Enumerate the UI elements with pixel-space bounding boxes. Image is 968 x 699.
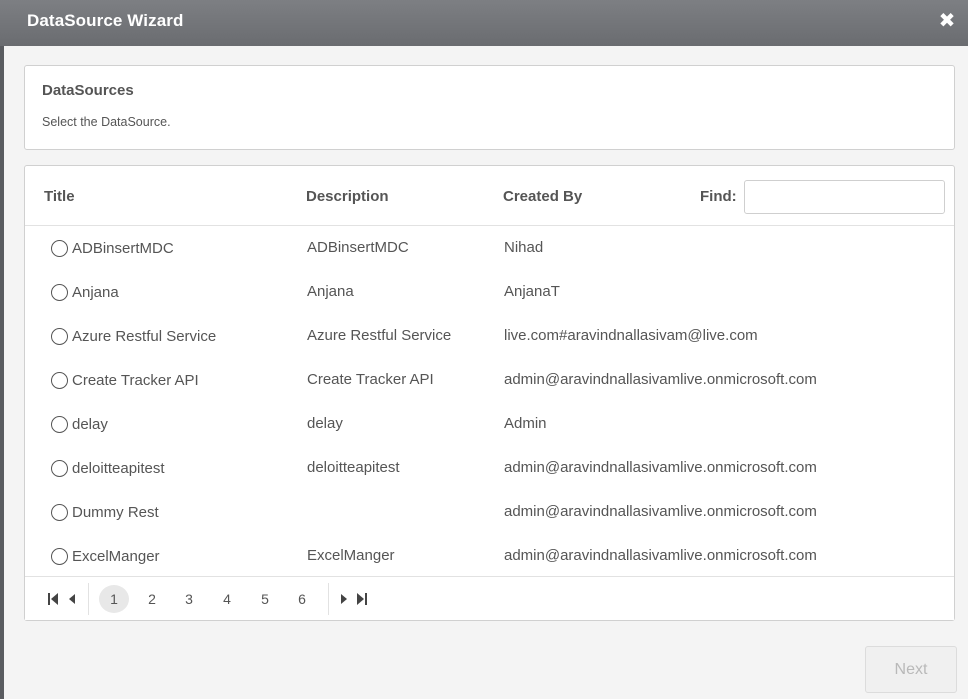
cell-created-by: Nihad	[504, 239, 544, 256]
cell-description: ADBinsertMDC	[307, 239, 409, 256]
page-6[interactable]: 6	[287, 585, 317, 613]
cell-title: Dummy Rest	[72, 504, 159, 521]
row-radio[interactable]	[51, 284, 68, 301]
next-button[interactable]: Next	[865, 646, 957, 693]
first-page-icon[interactable]	[47, 591, 59, 607]
cell-created-by: admin@aravindnallasivamlive.onmicrosoft.…	[504, 459, 817, 476]
table-row[interactable]: Dummy Rest admin@aravindnallasivamlive.on…	[25, 491, 954, 535]
section-heading: DataSources	[42, 82, 134, 99]
cell-description: deloitteapitest	[307, 459, 400, 476]
cell-title: delay	[72, 416, 108, 433]
table-row[interactable]: deloitteapitest deloitteapitest admin@arav…	[25, 447, 954, 491]
last-page-icon[interactable]	[356, 591, 368, 607]
dialog-title: DataSource Wizard	[27, 11, 184, 30]
page-2[interactable]: 2	[137, 585, 167, 613]
column-header-description[interactable]: Description	[306, 188, 389, 205]
cell-title: ADBinsertMDC	[72, 240, 174, 257]
table-row[interactable]: ExcelManger ExcelManger admin@aravindnalla…	[25, 535, 954, 579]
dialog-content: DataSources Select the DataSource. Title…	[4, 46, 968, 699]
row-radio[interactable]	[51, 372, 68, 389]
cell-title: Azure Restful Service	[72, 328, 217, 345]
cell-description: Create Tracker API	[307, 371, 434, 388]
table-row[interactable]: Anjana Anjana AnjanaT	[25, 271, 954, 315]
row-radio[interactable]	[51, 460, 68, 477]
cell-description: Anjana	[307, 283, 354, 300]
cell-created-by: Admin	[504, 415, 547, 432]
grid-rows: ADBinsertMDC ADBinsertMDC Nihad Anjana Anjan…	[25, 227, 954, 579]
cell-description: ExcelManger	[307, 547, 395, 564]
cell-created-by: live.com#aravindnallasivam@live.com	[504, 327, 758, 344]
section-subtitle: Select the DataSource.	[42, 115, 171, 129]
cell-title: Create Tracker API	[72, 372, 199, 389]
find-label: Find:	[700, 188, 737, 205]
cell-description: delay	[307, 415, 343, 432]
row-radio[interactable]	[51, 548, 68, 565]
pager-separator	[88, 583, 89, 615]
pager-separator	[328, 583, 329, 615]
cell-created-by: admin@aravindnallasivamlive.onmicrosoft.…	[504, 547, 817, 564]
find-input[interactable]	[744, 180, 945, 214]
page-5[interactable]: 5	[250, 585, 280, 613]
page-4[interactable]: 4	[212, 585, 242, 613]
grid-header: Title Description Created By Find:	[25, 166, 954, 226]
prev-page-icon[interactable]	[66, 591, 78, 607]
cell-description: Azure Restful Service	[307, 327, 452, 344]
row-radio[interactable]	[51, 504, 68, 521]
table-row[interactable]: delay delay Admin	[25, 403, 954, 447]
table-row[interactable]: Create Tracker API Create Tracker API admi…	[25, 359, 954, 403]
pager: 123456	[25, 576, 954, 620]
page-1[interactable]: 1	[99, 585, 129, 613]
cell-created-by: admin@aravindnallasivamlive.onmicrosoft.…	[504, 503, 817, 520]
cell-title: ExcelManger	[72, 548, 160, 565]
page-3[interactable]: 3	[174, 585, 204, 613]
column-header-title[interactable]: Title	[44, 188, 75, 205]
row-radio[interactable]	[51, 328, 68, 345]
column-header-created-by[interactable]: Created By	[503, 188, 582, 205]
row-radio[interactable]	[51, 240, 68, 257]
datasource-grid: Title Description Created By Find: ADBin…	[24, 165, 955, 621]
next-page-icon[interactable]	[338, 591, 350, 607]
close-icon[interactable]: ✖	[938, 10, 956, 32]
cell-created-by: AnjanaT	[504, 283, 560, 300]
dialog-titlebar: DataSource Wizard ✖	[0, 0, 968, 46]
row-radio[interactable]	[51, 416, 68, 433]
cell-title: deloitteapitest	[72, 460, 165, 477]
table-row[interactable]: Azure Restful Service Azure Restful Servi…	[25, 315, 954, 359]
cell-title: Anjana	[72, 284, 119, 301]
table-row[interactable]: ADBinsertMDC ADBinsertMDC Nihad	[25, 227, 954, 271]
info-panel: DataSources Select the DataSource.	[24, 65, 955, 150]
cell-created-by: admin@aravindnallasivamlive.onmicrosoft.…	[504, 371, 817, 388]
